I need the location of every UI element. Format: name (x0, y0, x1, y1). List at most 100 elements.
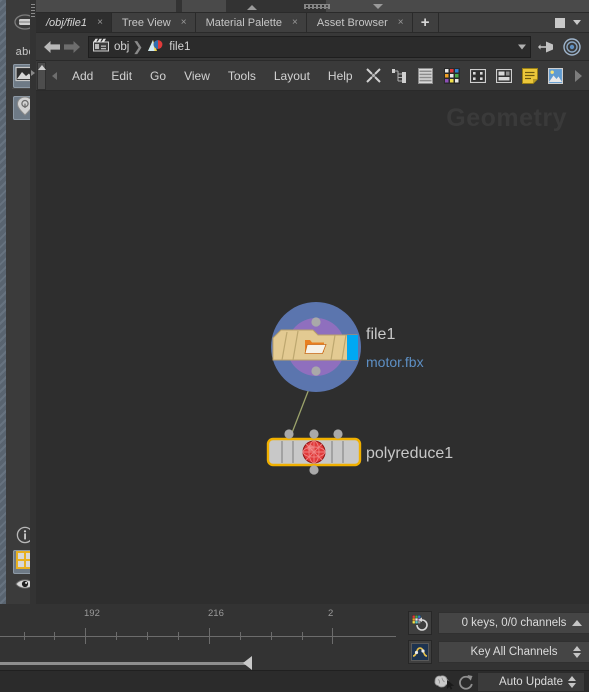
tab-close-icon[interactable]: × (177, 17, 187, 28)
color-palette-icon[interactable] (443, 67, 460, 84)
geometry-node-icon (146, 38, 164, 56)
node-polyreduce1[interactable] (262, 428, 366, 476)
maximize-pane-icon[interactable] (555, 17, 565, 28)
ruler-tick (54, 632, 55, 640)
tab-obj-file1[interactable]: /obj/file1 × (36, 13, 112, 32)
timeline-area: 192 216 2 240 240 (0, 604, 589, 692)
key-mode-row: Key All Channels (408, 640, 589, 664)
node-file1[interactable] (269, 300, 363, 394)
window-layout-icon[interactable] (495, 67, 512, 84)
breadcrumb-file1-label: file1 (169, 40, 191, 53)
ruler-tick (147, 632, 148, 640)
ruler-axis-line (0, 636, 396, 637)
left-tool-rail: abc (0, 0, 40, 604)
animation-editor-icon[interactable] (408, 640, 432, 664)
keys-channels-button[interactable]: 0 keys, 0/0 channels (438, 612, 589, 634)
more-arrow-icon[interactable] (573, 67, 583, 84)
splitter-down-arrow-icon[interactable] (373, 4, 383, 9)
expand-arrow-icon (31, 70, 35, 76)
node-file1-label: file1 (366, 326, 396, 343)
tab-close-icon[interactable]: × (288, 17, 298, 28)
menubar-icon-group (365, 67, 589, 84)
pane-menu-chevron-down-icon[interactable] (573, 20, 581, 25)
dots-grid-icon[interactable] (469, 67, 486, 84)
menu-add[interactable]: Add (63, 69, 102, 83)
ruler-tick (116, 632, 117, 640)
grip-dots-icon (31, 4, 35, 18)
network-context-watermark: Geometry (446, 104, 567, 132)
tab-label: Asset Browser (316, 16, 388, 29)
ruler-tick (240, 632, 241, 640)
status-bar: Auto Update (0, 670, 589, 692)
menu-bar: Add Edit Go View Tools Layout Help (36, 61, 589, 91)
ruler-tick-label: 2 (328, 608, 334, 619)
ruler-tick (24, 632, 25, 640)
network-editor-pane: /obj/file1 × Tree View × Material Palett… (36, 0, 589, 604)
tab-close-icon[interactable]: × (394, 17, 404, 28)
refresh-icon[interactable] (453, 672, 477, 692)
timeline-ruler-area[interactable]: 192 216 2 (0, 604, 396, 676)
path-dropdown-chevron-down-icon[interactable] (518, 44, 526, 49)
update-mode-label: Auto Update (499, 675, 563, 688)
menubar-scroll-left-icon[interactable] (52, 71, 57, 80)
network-canvas[interactable]: Geometry file1 motor.fbx polyreduce1 (36, 91, 589, 604)
tab-label: Tree View (121, 16, 171, 29)
pane-splitter[interactable] (36, 0, 589, 13)
ruler-tick (209, 628, 210, 644)
chevron-up-icon[interactable] (572, 620, 582, 626)
cook-brain-icon[interactable] (429, 672, 455, 692)
tree-list-icon[interactable] (391, 67, 408, 84)
tab-asset-browser[interactable]: Asset Browser × (306, 13, 413, 32)
menu-view[interactable]: View (175, 69, 219, 83)
menu-tools[interactable]: Tools (219, 69, 265, 83)
tab-label: Material Palette (205, 16, 283, 29)
breadcrumb-separator: ❯ (132, 38, 144, 54)
splitter-grip-icon[interactable] (304, 4, 330, 9)
tab-tree-view[interactable]: Tree View × (111, 13, 196, 32)
tab-strip: /obj/file1 × Tree View × Material Palett… (36, 13, 589, 33)
add-tab-button[interactable]: + (412, 13, 439, 32)
channel-controls: 0 keys, 0/0 channels Key All Channels (400, 607, 589, 671)
image-icon[interactable] (547, 67, 564, 84)
breadcrumb-obj-label: obj (114, 40, 130, 53)
notes-icon[interactable] (521, 67, 538, 84)
back-arrow-icon[interactable] (42, 37, 62, 57)
key-mode-button[interactable]: Key All Channels (438, 641, 589, 663)
playhead-caret-icon[interactable] (243, 656, 252, 670)
menu-edit[interactable]: Edit (102, 69, 141, 83)
target-icon[interactable] (561, 36, 583, 58)
tab-strip-filler (438, 13, 547, 32)
updown-spinner-icon[interactable] (573, 646, 581, 658)
tools-wrench-icon[interactable] (365, 67, 382, 84)
menu-help[interactable]: Help (319, 69, 362, 83)
node-file1-graphic (271, 302, 361, 392)
key-mode-label: Key All Channels (470, 646, 558, 658)
cursor-arrow-icon (447, 677, 455, 692)
tab-material-palette[interactable]: Material Palette × (195, 13, 307, 32)
keys-channels-label: 0 keys, 0/0 channels (461, 617, 567, 629)
updown-spinner-icon[interactable] (568, 675, 576, 688)
breadcrumb-obj[interactable]: obj (93, 38, 129, 55)
tab-close-icon[interactable]: × (93, 17, 103, 28)
pin-icon[interactable] (535, 36, 557, 58)
layers-icon[interactable] (417, 67, 434, 84)
node-polyreduce1-graphic (266, 429, 362, 475)
menu-layout[interactable]: Layout (265, 69, 319, 83)
path-bar: obj ❯ file1 (36, 33, 589, 61)
forward-arrow-icon[interactable] (62, 37, 82, 57)
menu-go[interactable]: Go (141, 69, 175, 83)
ruler-tick-label: 192 (84, 608, 100, 619)
ruler-tick-label: 216 (208, 608, 224, 619)
keyframe-channel-icon[interactable] (408, 611, 432, 635)
node-file1-subtitle: motor.fbx (366, 354, 424, 370)
timeline-range-bar[interactable] (0, 662, 248, 665)
update-mode-button[interactable]: Auto Update (477, 671, 585, 692)
tab-strip-controls (547, 13, 589, 32)
splitter-up-arrow-icon[interactable] (247, 5, 257, 10)
menubar-drag-handle[interactable] (37, 61, 46, 90)
breadcrumb-file1[interactable]: file1 (146, 38, 190, 56)
timeline-ruler[interactable]: 192 216 2 (0, 608, 396, 644)
ruler-tick (85, 628, 86, 644)
path-input[interactable]: obj ❯ file1 (88, 35, 531, 58)
ruler-tick (271, 632, 272, 640)
